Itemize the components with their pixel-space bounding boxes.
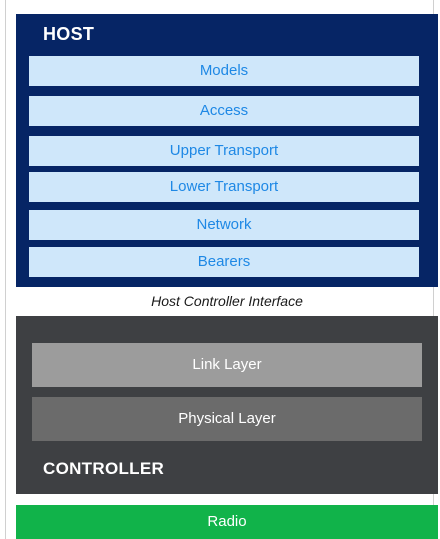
host-block: HOST Models Access Upper Transport Lower… — [16, 14, 438, 287]
host-title: HOST — [43, 24, 95, 44]
controller-block: Link Layer Physical Layer CONTROLLER — [16, 316, 438, 494]
controller-title: CONTROLLER — [43, 459, 165, 478]
host-layer-access: Access — [29, 96, 419, 126]
host-layer-bearers: Bearers — [29, 247, 419, 277]
ble-mesh-stack-diagram: HOST Models Access Upper Transport Lower… — [0, 0, 440, 539]
controller-layer-link: Link Layer — [32, 343, 422, 387]
controller-layer-physical: Physical Layer — [32, 397, 422, 441]
host-layer-models: Models — [29, 56, 419, 86]
host-layer-upper-transport: Upper Transport — [29, 136, 419, 166]
host-layer-lower-transport: Lower Transport — [29, 172, 419, 202]
hci-label: Host Controller Interface — [151, 293, 303, 309]
radio-block: Radio — [16, 505, 438, 539]
host-layer-network: Network — [29, 210, 419, 240]
